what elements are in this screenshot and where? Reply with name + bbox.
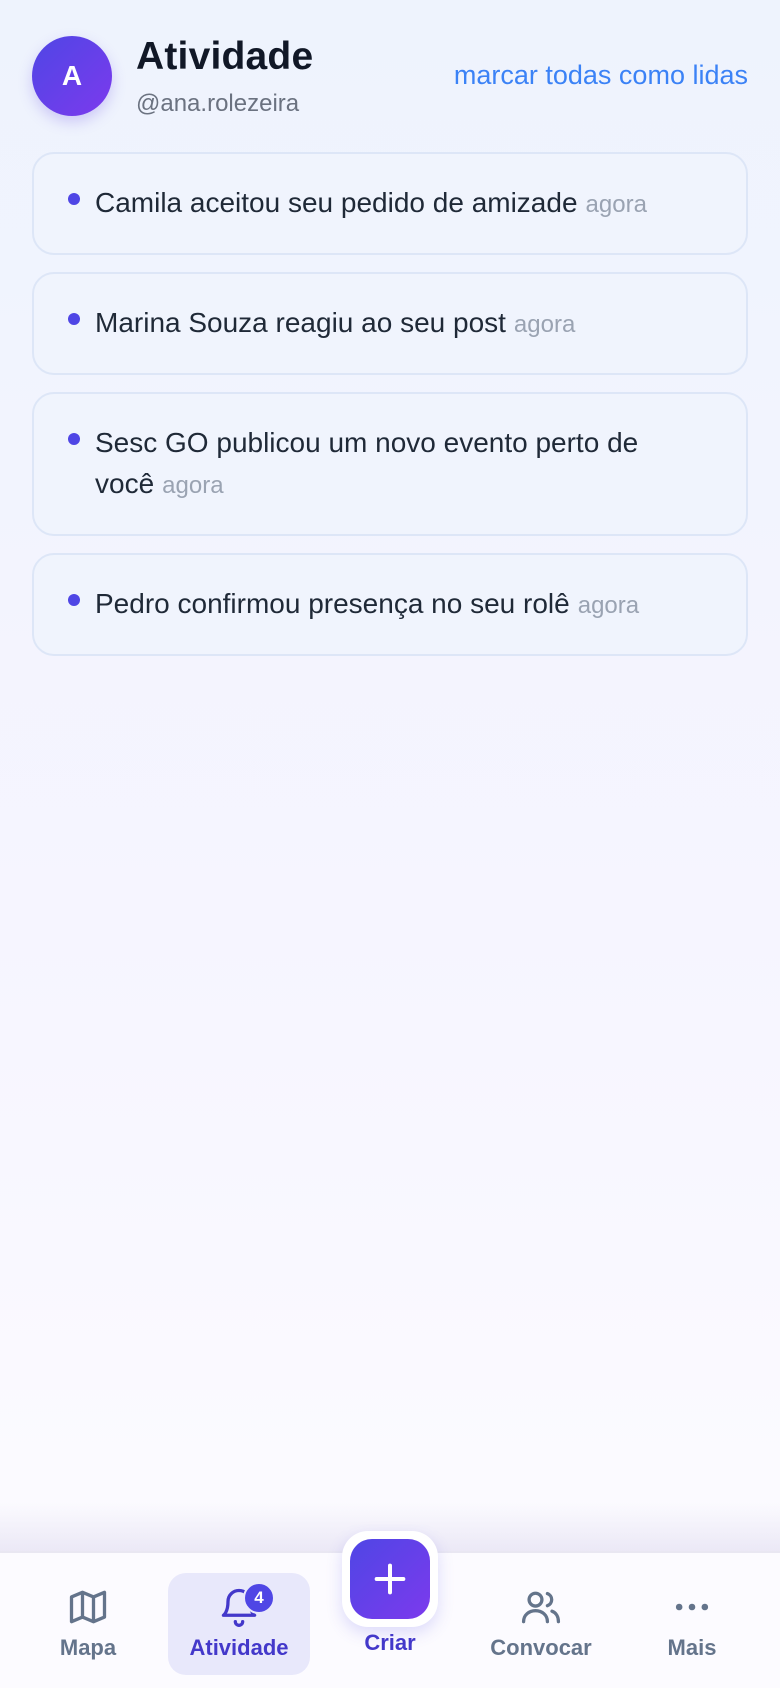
map-icon (69, 1590, 107, 1624)
notification-item[interactable]: Pedro confirmou presença no seu rolê agor… (32, 553, 748, 656)
notification-list: Camila aceitou seu pedido de amizade agor… (32, 152, 748, 656)
create-button[interactable] (350, 1539, 430, 1619)
unread-dot (68, 193, 80, 205)
notification-time: agora (585, 191, 647, 218)
notification-item[interactable]: Sesc GO publicou um novo evento perto de… (32, 392, 748, 536)
plus-icon (374, 1563, 406, 1595)
user-handle: @ana.rolezeira (136, 90, 300, 117)
avatar[interactable]: A (32, 36, 112, 116)
nav-label-criar: Criar (364, 1630, 416, 1655)
users-icon (521, 1591, 561, 1624)
notification-text: Marina Souza reagiu ao seu post (95, 307, 506, 338)
nav-label: Mais (667, 1635, 717, 1660)
more-horizontal-icon (675, 1603, 709, 1611)
unread-dot (68, 594, 80, 606)
notification-time: agora (513, 311, 576, 338)
nav-item-atividade[interactable]: 4 Atividade (168, 1573, 310, 1675)
nav-item-convocar[interactable]: Convocar (478, 1573, 604, 1675)
notification-item[interactable]: Camila aceitou seu pedido de amizade agor… (32, 152, 748, 255)
mark-all-read-link[interactable]: marcar todas como lidas (454, 60, 748, 91)
nav-item-mais[interactable]: Mais (644, 1573, 740, 1675)
page-header: A Atividade @ana.rolezeira marcar todas … (32, 32, 748, 122)
notification-time: agora (162, 472, 224, 499)
create-button-frame (342, 1531, 438, 1627)
notification-text: Camila aceitou seu pedido de amizade (95, 187, 578, 218)
notification-time: agora (577, 592, 640, 619)
notification-item[interactable]: Marina Souza reagiu ao seu post agora (32, 272, 748, 375)
unread-dot (68, 313, 80, 325)
nav-label: Mapa (59, 1635, 117, 1660)
notification-badge: 4 (243, 1582, 275, 1614)
nav-label: Convocar (490, 1635, 592, 1660)
notification-text: Pedro confirmou presença no seu rolê (95, 588, 570, 619)
page-title: Atividade (136, 35, 314, 78)
unread-dot (68, 433, 80, 445)
nav-item-mapa[interactable]: Mapa (40, 1573, 136, 1675)
nav-label: Atividade (189, 1635, 289, 1660)
